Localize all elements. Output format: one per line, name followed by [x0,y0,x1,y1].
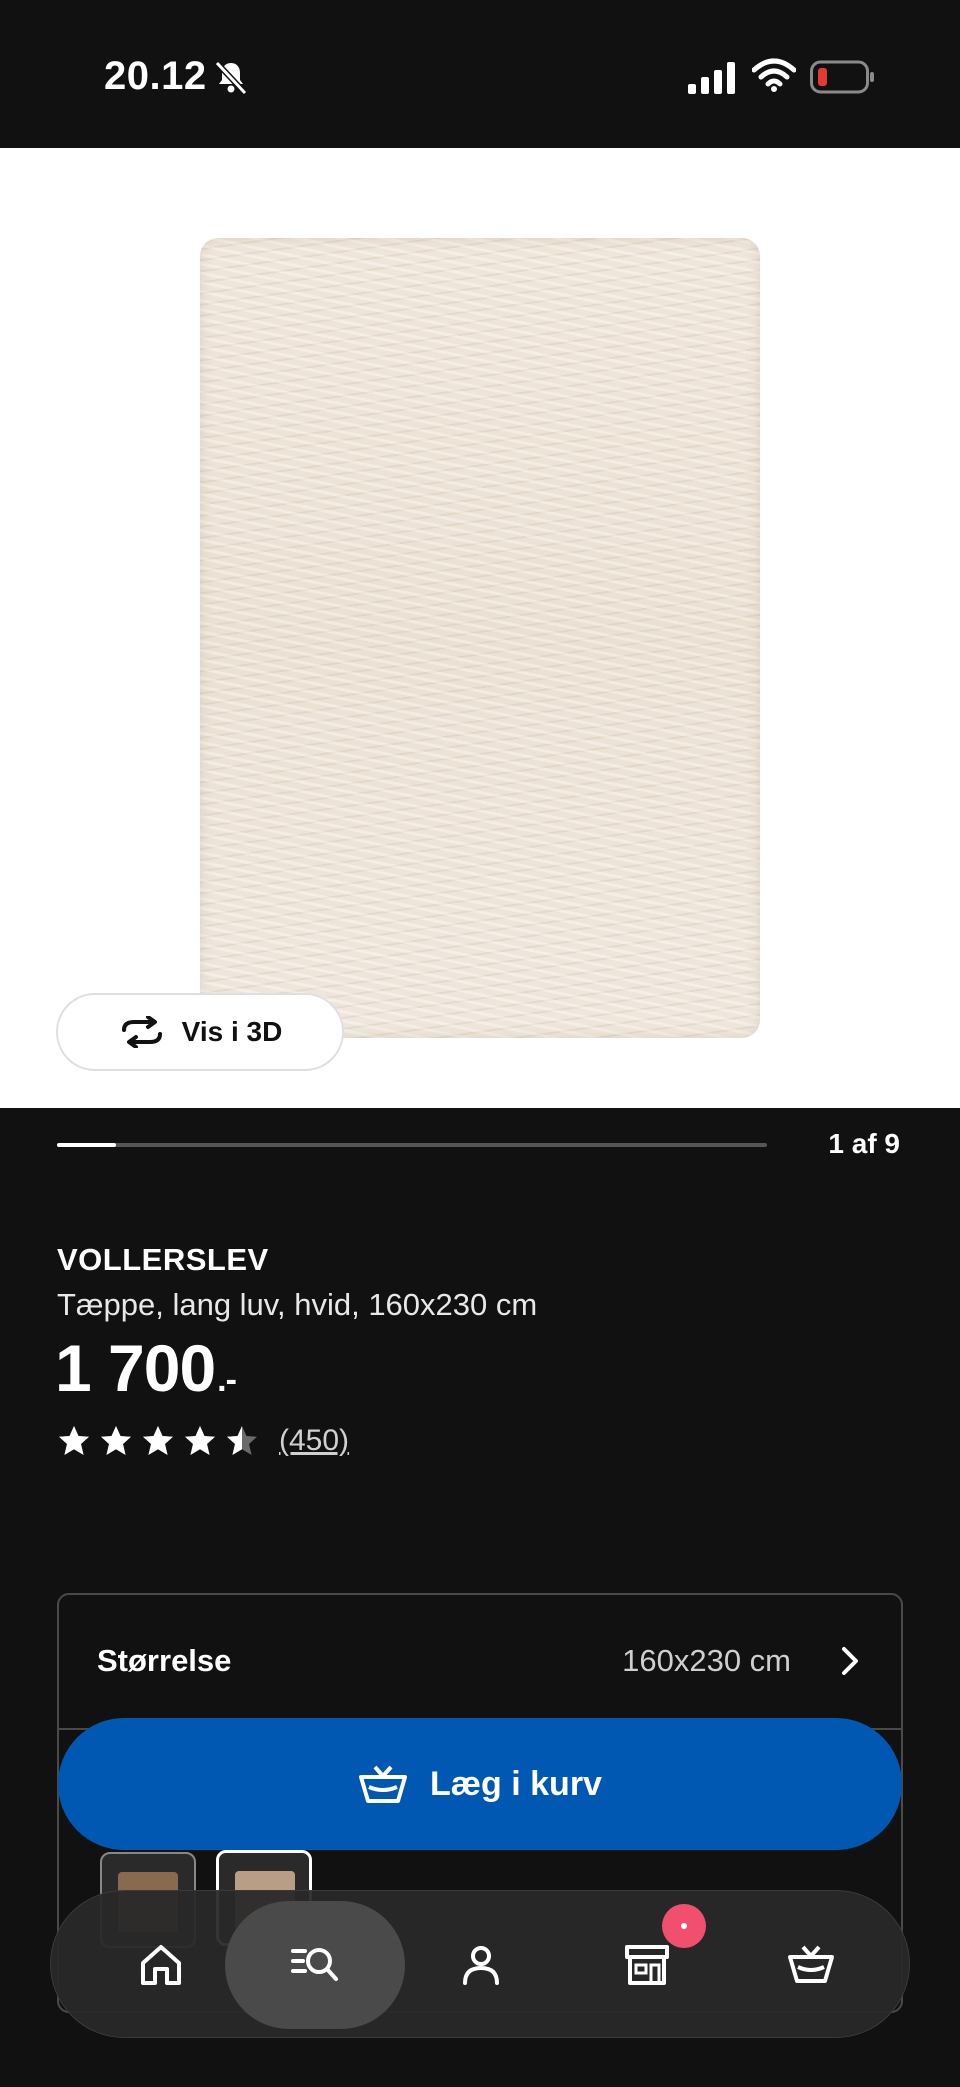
profile-icon [463,1946,499,1985]
product-name: VOLLERSLEV [57,1242,269,1277]
search-icon [291,1948,338,1981]
add-to-cart-button[interactable]: Læg i kurv [58,1718,902,1850]
add-to-cart-label: Læg i kurv [430,1764,602,1803]
product-image [200,238,760,1038]
star-icon [185,1426,215,1455]
star-icon [101,1426,131,1455]
basket-icon [359,1765,408,1803]
notification-badge [662,1904,706,1948]
size-label: Størrelse [97,1643,232,1678]
gallery-progress [57,1143,767,1147]
review-count-link[interactable]: (450) [279,1424,349,1458]
product-description: Tæppe, lang luv, hvid, 160x230 cm [57,1287,538,1322]
status-time: 20.12 [104,54,207,98]
store-icon [625,1945,669,1985]
signal-icon [688,62,735,94]
wifi-icon [752,58,796,92]
star-icon [59,1426,89,1455]
product-rating[interactable]: (450) [57,1424,349,1458]
star-icon [227,1426,257,1455]
price-value: 1 700 [55,1331,216,1405]
price-suffix: .- [217,1361,237,1399]
chevron-right-icon [842,1647,858,1675]
size-selector[interactable]: Størrelse 160x230 cm [59,1595,901,1730]
status-bar: 20.12 [0,0,960,148]
size-value: 160x230 cm [622,1643,791,1678]
product-image-gallery[interactable]: Vis i 3D [0,148,960,1108]
battery-low-icon [810,60,874,94]
bell-slash-icon [214,60,248,96]
nav-cart[interactable] [721,1901,901,2029]
view-in-3d-label: Vis i 3D [181,1016,283,1047]
rotate-3d-icon [121,1016,162,1048]
star-icon [143,1426,173,1455]
bottom-navigation [50,1890,910,2038]
product-price: 1 700 .- [55,1330,237,1406]
gallery-progress-fill [57,1143,116,1147]
home-icon [141,1945,181,1985]
nav-home[interactable] [71,1901,251,2029]
cart-icon [788,1945,834,1983]
gallery-position: 1 af 9 [828,1128,900,1159]
nav-search[interactable] [225,1901,405,2029]
nav-profile[interactable] [391,1901,571,2029]
nav-stores[interactable] [557,1901,737,2029]
view-in-3d-button[interactable]: Vis i 3D [56,993,344,1071]
